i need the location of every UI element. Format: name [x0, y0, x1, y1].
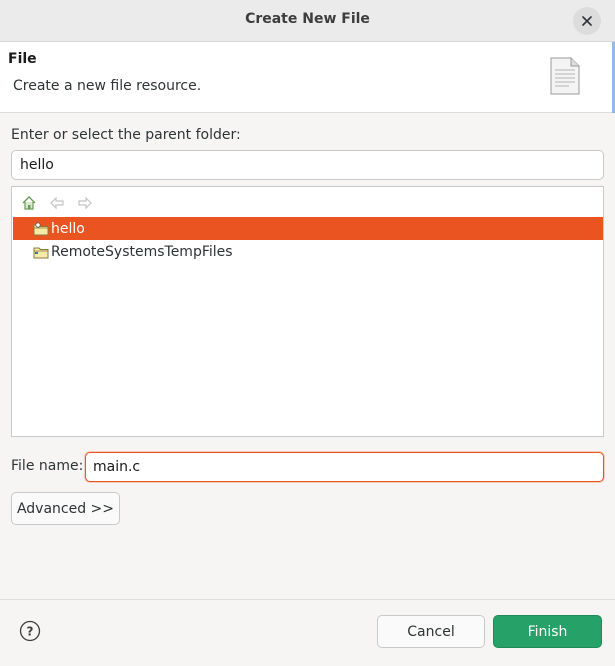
project-folder-icon: [33, 221, 49, 237]
help-icon[interactable]: ?: [19, 620, 41, 642]
header-title: File: [8, 51, 37, 67]
back-button[interactable]: [48, 194, 66, 212]
close-button[interactable]: [573, 7, 601, 35]
title-bar: Create New File: [0, 0, 615, 42]
tree-item-hello[interactable]: hello: [13, 217, 603, 240]
cancel-button[interactable]: Cancel: [377, 615, 485, 648]
project-folder-icon: [33, 244, 49, 260]
tree-toolbar: [20, 193, 94, 213]
folder-tree[interactable]: hello RemoteSystemsTempFiles: [11, 186, 604, 437]
wizard-header: File Create a new file resource.: [0, 42, 615, 113]
home-icon: [22, 196, 36, 210]
home-button[interactable]: [20, 194, 38, 212]
footer-divider: [0, 599, 615, 600]
document-icon: [550, 57, 580, 95]
tree-item-remotesystemstempfiles[interactable]: RemoteSystemsTempFiles: [13, 240, 603, 263]
forward-arrow-icon: [78, 196, 92, 210]
tree-item-label: RemoteSystemsTempFiles: [51, 243, 233, 260]
file-name-input[interactable]: [85, 452, 604, 482]
header-description: Create a new file resource.: [13, 78, 202, 94]
dialog-title: Create New File: [245, 11, 370, 27]
finish-button[interactable]: Finish: [493, 615, 602, 648]
tree-item-label: hello: [51, 220, 85, 237]
parent-folder-label: Enter or select the parent folder:: [11, 127, 241, 143]
back-arrow-icon: [50, 196, 64, 210]
svg-text:?: ?: [27, 625, 34, 639]
close-icon: [582, 16, 592, 26]
forward-button[interactable]: [76, 194, 94, 212]
file-name-label: File name:: [11, 458, 84, 474]
advanced-button[interactable]: Advanced >>: [11, 492, 120, 525]
parent-folder-input[interactable]: [11, 150, 604, 180]
